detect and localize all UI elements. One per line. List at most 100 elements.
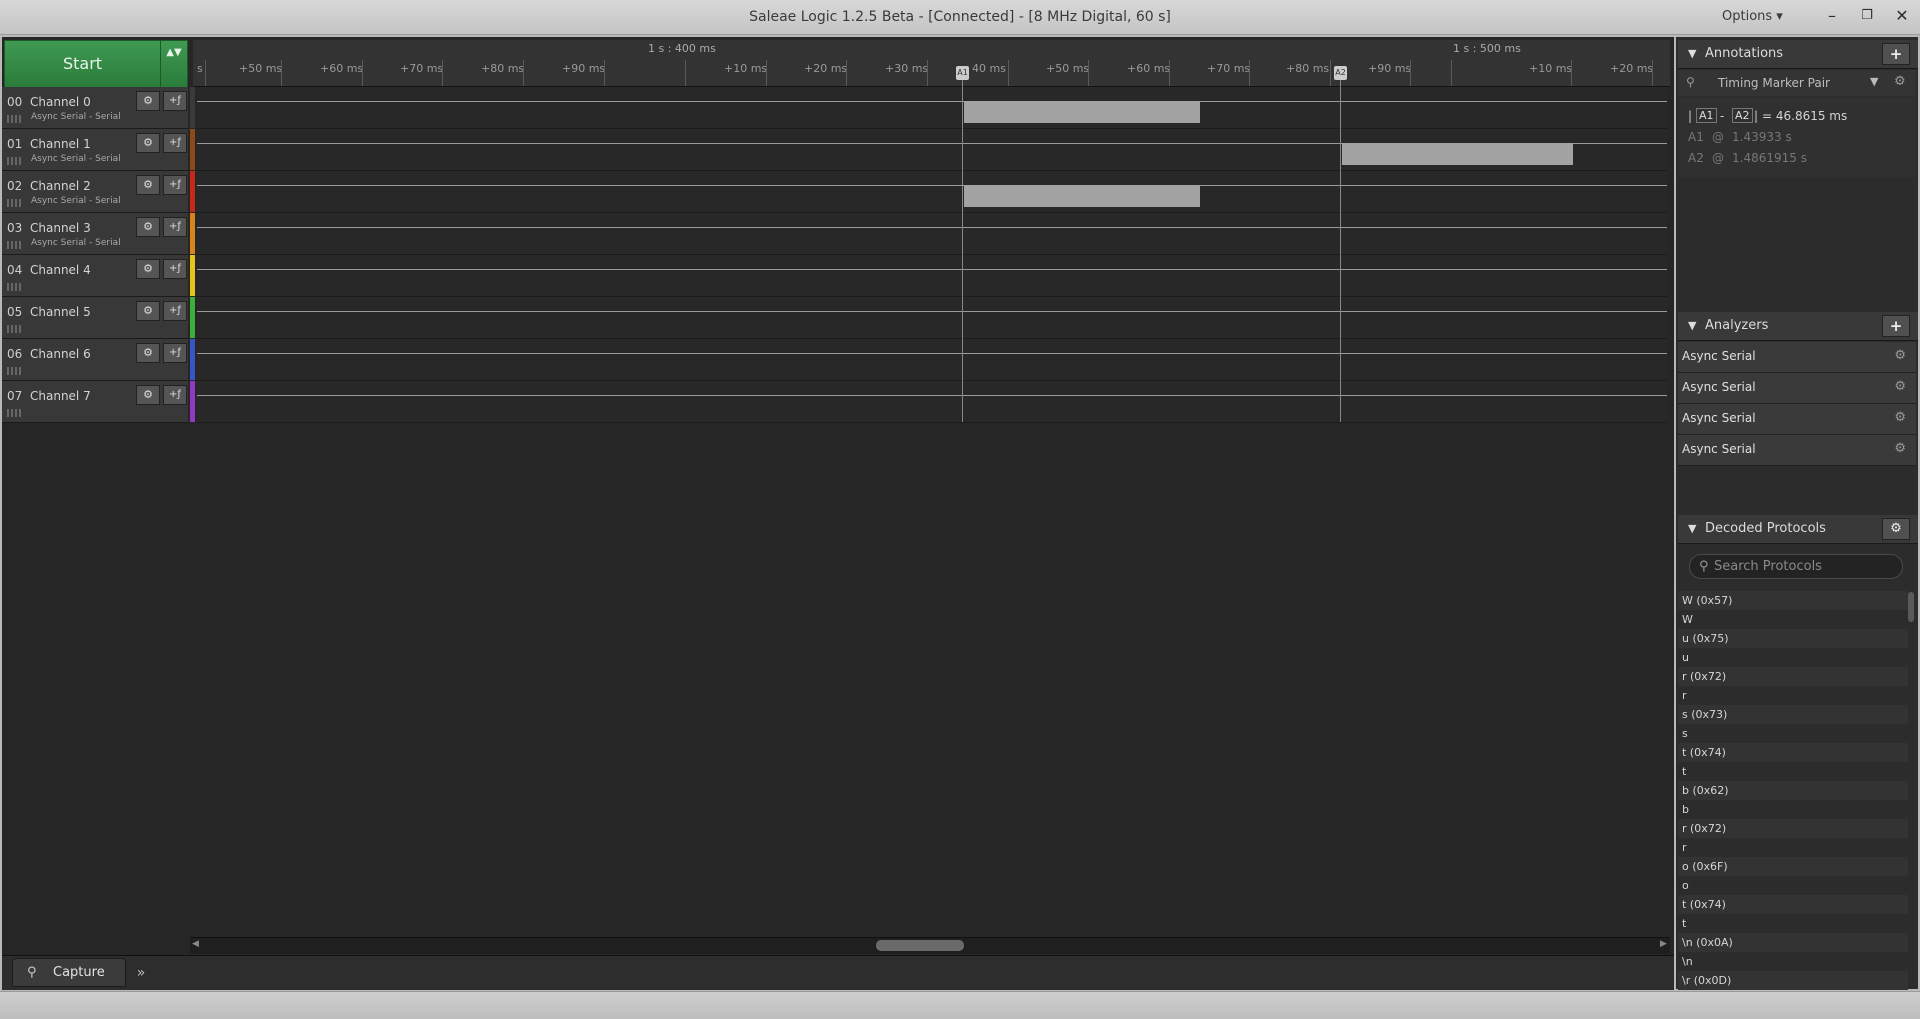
channel-settings-button[interactable]: ⚙ <box>136 343 160 363</box>
channel-waveform[interactable] <box>197 171 1667 213</box>
marker-flag-a2[interactable]: A2 <box>1334 66 1347 80</box>
trigger-button[interactable]: +ƒ <box>163 217 187 237</box>
decoded-row[interactable]: \n (0x0A) <box>1678 933 1908 952</box>
channel-row[interactable]: 06 Channel 6 ⚙ +ƒ <box>2 339 188 381</box>
channel-waveform[interactable] <box>197 213 1667 255</box>
gear-icon[interactable]: ⚙ <box>1894 348 1906 363</box>
trigger-button[interactable]: +ƒ <box>163 175 187 195</box>
channel-name[interactable]: Channel 1 <box>30 137 91 151</box>
channel-settings-button[interactable]: ⚙ <box>136 175 160 195</box>
time-ruler[interactable]: 1 s : 400 ms 1 s : 500 ms s +50 ms +60 m… <box>193 40 1670 87</box>
close-button[interactable]: ✕ <box>1884 0 1920 34</box>
drag-handle-icon[interactable] <box>7 325 21 333</box>
add-annotation-button[interactable]: + <box>1882 43 1910 65</box>
channel-row[interactable]: 07 Channel 7 ⚙ +ƒ <box>2 381 188 423</box>
drag-handle-icon[interactable] <box>7 199 21 207</box>
channel-name[interactable]: Channel 4 <box>30 263 91 277</box>
channel-name[interactable]: Channel 7 <box>30 389 91 403</box>
drag-handle-icon[interactable] <box>7 115 21 123</box>
channel-settings-button[interactable]: ⚙ <box>136 259 160 279</box>
trigger-button[interactable]: +ƒ <box>163 343 187 363</box>
decoded-row[interactable]: t <box>1678 914 1908 933</box>
timing-marker-a2[interactable] <box>1340 66 1341 422</box>
gear-icon[interactable]: ⚙ <box>1894 410 1906 425</box>
decoded-row[interactable]: r (0x72) <box>1678 667 1908 686</box>
decoded-row[interactable]: b (0x62) <box>1678 781 1908 800</box>
more-tabs-button[interactable]: » <box>126 962 156 984</box>
annotation-marker-row[interactable]: ⚲ Timing Marker Pair ▼ ⚙ <box>1678 70 1916 96</box>
channel-waveform[interactable] <box>197 129 1667 171</box>
channel-settings-button[interactable]: ⚙ <box>136 301 160 321</box>
analyzer-item[interactable]: Async Serial ⚙ <box>1678 404 1916 435</box>
add-analyzer-button[interactable]: + <box>1882 315 1910 337</box>
decoded-row[interactable]: t (0x74) <box>1678 895 1908 914</box>
decoded-row[interactable]: r (0x72) <box>1678 819 1908 838</box>
gear-icon[interactable]: ⚙ <box>1894 74 1906 89</box>
decoded-row[interactable]: u <box>1678 648 1908 667</box>
decoded-row[interactable]: r <box>1678 686 1908 705</box>
timing-marker-a1[interactable] <box>962 66 963 422</box>
decoded-settings-button[interactable]: ⚙ <box>1882 518 1910 540</box>
gear-icon[interactable]: ⚙ <box>1894 441 1906 456</box>
minimize-button[interactable]: – <box>1814 0 1850 34</box>
decoded-row[interactable]: s (0x73) <box>1678 705 1908 724</box>
channel-row[interactable]: 02 Channel 2 Async Serial - Serial ⚙ +ƒ <box>2 171 188 213</box>
channel-waveform[interactable] <box>197 339 1667 381</box>
analyzer-item[interactable]: Async Serial ⚙ <box>1678 435 1916 466</box>
trigger-button[interactable]: +ƒ <box>163 133 187 153</box>
channel-waveform[interactable] <box>197 381 1667 423</box>
dropdown-arrow-icon[interactable]: ▼ <box>1870 75 1878 88</box>
analyzer-item[interactable]: Async Serial ⚙ <box>1678 373 1916 404</box>
scroll-right-icon[interactable]: ▶ <box>1660 939 1667 949</box>
drag-handle-icon[interactable] <box>7 367 21 375</box>
channel-settings-button[interactable]: ⚙ <box>136 217 160 237</box>
capture-options-arrows[interactable]: ▲▼ <box>160 40 188 88</box>
decoded-row[interactable]: s <box>1678 724 1908 743</box>
marker-flag-a1[interactable]: A1 <box>956 66 969 80</box>
channel-row[interactable]: 01 Channel 1 Async Serial - Serial ⚙ +ƒ <box>2 129 188 171</box>
channel-settings-button[interactable]: ⚙ <box>136 91 160 111</box>
channel-row[interactable]: 05 Channel 5 ⚙ +ƒ <box>2 297 188 339</box>
channel-name[interactable]: Channel 2 <box>30 179 91 193</box>
gear-icon[interactable]: ⚙ <box>1894 379 1906 394</box>
search-protocols-input[interactable]: ⚲ Search Protocols <box>1689 554 1903 579</box>
decoded-row[interactable]: W (0x57) <box>1678 591 1908 610</box>
decoded-row[interactable]: W <box>1678 610 1908 629</box>
drag-handle-icon[interactable] <box>7 157 21 165</box>
decoded-scrollbar-thumb[interactable] <box>1908 592 1914 622</box>
analyzers-header[interactable]: ▼ Analyzers + <box>1678 312 1918 341</box>
analyzer-item[interactable]: Async Serial ⚙ <box>1678 342 1916 373</box>
scroll-left-icon[interactable]: ◀ <box>192 939 199 949</box>
channel-settings-button[interactable]: ⚙ <box>136 133 160 153</box>
trigger-button[interactable]: +ƒ <box>163 301 187 321</box>
drag-handle-icon[interactable] <box>7 409 21 417</box>
decoded-row[interactable]: o <box>1678 876 1908 895</box>
channel-row[interactable]: 03 Channel 3 Async Serial - Serial ⚙ +ƒ <box>2 213 188 255</box>
options-menu-button[interactable]: Options ▾ <box>1722 0 1783 34</box>
channel-waveform[interactable] <box>197 297 1667 339</box>
annotations-header[interactable]: ▼ Annotations + <box>1678 40 1918 69</box>
drag-handle-icon[interactable] <box>7 283 21 291</box>
start-button[interactable]: Start <box>4 40 161 88</box>
channel-row[interactable]: 00 Channel 0 Async Serial - Serial ⚙ +ƒ <box>2 87 188 129</box>
decoded-row[interactable]: u (0x75) <box>1678 629 1908 648</box>
decoded-protocols-header[interactable]: ▼ Decoded Protocols ⚙ <box>1678 515 1918 544</box>
channel-name[interactable]: Channel 6 <box>30 347 91 361</box>
channel-name[interactable]: Channel 3 <box>30 221 91 235</box>
trigger-button[interactable]: +ƒ <box>163 385 187 405</box>
trigger-button[interactable]: +ƒ <box>163 91 187 111</box>
decoded-row[interactable]: r <box>1678 838 1908 857</box>
decoded-row[interactable]: o (0x6F) <box>1678 857 1908 876</box>
decoded-row[interactable]: \n <box>1678 952 1908 971</box>
drag-handle-icon[interactable] <box>7 241 21 249</box>
channel-name[interactable]: Channel 5 <box>30 305 91 319</box>
channel-name[interactable]: Channel 0 <box>30 95 91 109</box>
channel-row[interactable]: 04 Channel 4 ⚙ +ƒ <box>2 255 188 297</box>
restore-button[interactable]: ❐ <box>1849 0 1885 34</box>
decoded-row[interactable]: b <box>1678 800 1908 819</box>
scrollbar-thumb[interactable] <box>876 940 964 951</box>
decoded-row[interactable]: t (0x74) <box>1678 743 1908 762</box>
channel-settings-button[interactable]: ⚙ <box>136 385 160 405</box>
channel-waveform[interactable] <box>197 87 1667 129</box>
trigger-button[interactable]: +ƒ <box>163 259 187 279</box>
